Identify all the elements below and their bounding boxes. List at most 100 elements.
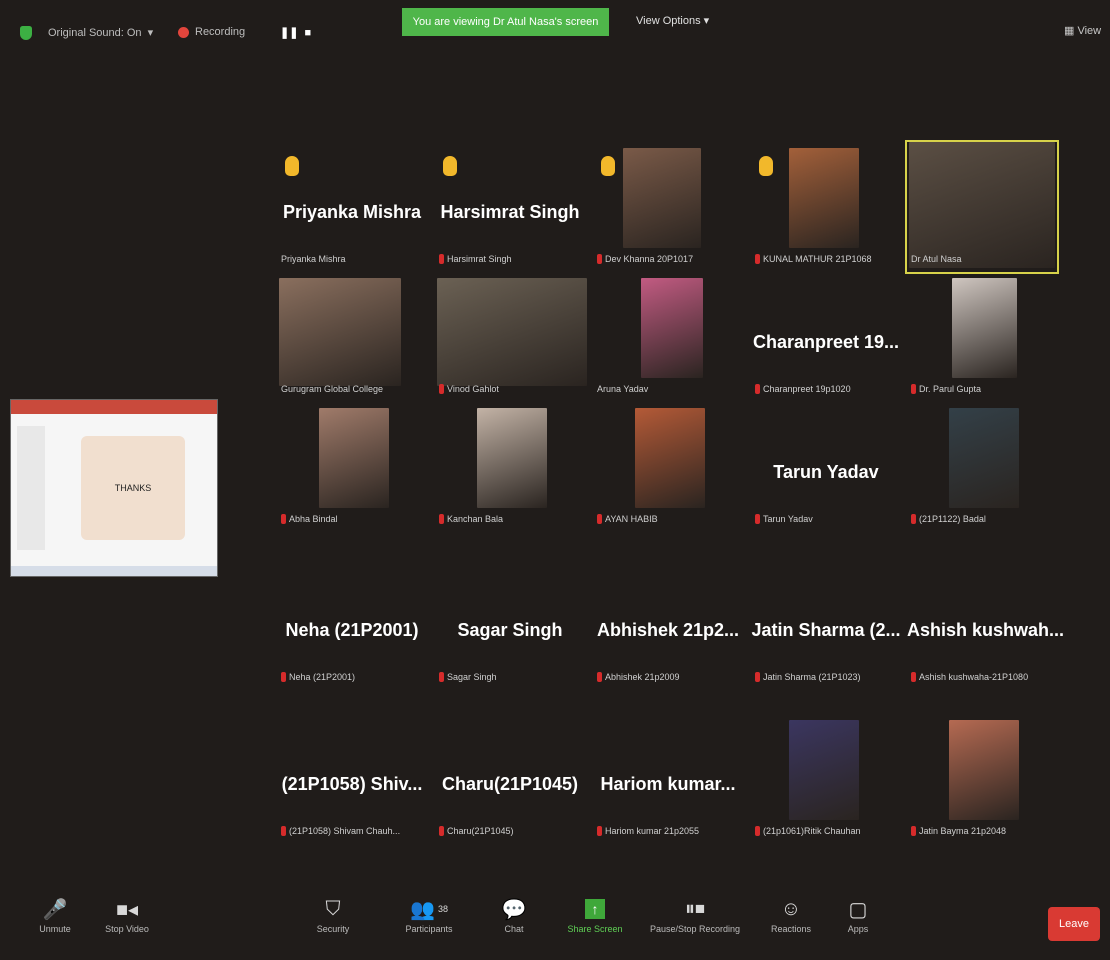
participant-name-label: Kanchan Bala: [447, 514, 504, 524]
participant-tile[interactable]: Abhishek 21p2... Abhishek 21p2009: [593, 560, 743, 690]
participants-count: 38: [437, 904, 448, 914]
recording-indicator[interactable]: Recording: [178, 26, 245, 38]
view-options-button[interactable]: View Options ▾: [636, 14, 709, 27]
participant-tile[interactable]: Sagar Singh Sagar Singh: [435, 560, 585, 690]
participant-name-label: Hariom kumar 21p2055: [605, 826, 700, 836]
pause-recording-button[interactable]: ⏸⏹ Pause/Stop Recording: [640, 894, 750, 935]
mic-muted-icon: [281, 672, 286, 682]
participant-tile[interactable]: Vinod Gahlot: [435, 272, 587, 402]
mic-muted-icon: [755, 384, 760, 394]
participant-name-label: KUNAL MATHUR 21P1068: [763, 254, 872, 264]
participant-caption: Abhishek 21p2009: [597, 672, 680, 682]
participant-tile[interactable]: Ashish kushwah... Ashish kushwaha-21P1080: [907, 560, 1064, 690]
stop-video-label: Stop Video: [105, 924, 149, 934]
participant-tile[interactable]: Gurugram Global College: [277, 272, 427, 402]
share-screen-icon: ↑: [560, 894, 630, 924]
participant-name-label: Vinod Gahlot: [447, 384, 499, 394]
apps-icon: ▢: [848, 898, 868, 921]
mic-muted-icon: [439, 254, 444, 264]
participant-tile[interactable]: Tarun Yadav Tarun Yadav: [751, 402, 901, 532]
chat-label: Chat: [504, 924, 524, 934]
mic-muted-icon: [755, 254, 760, 264]
chevron-down-icon: ▾: [703, 15, 710, 27]
current-slide: THANKS: [81, 436, 185, 540]
screen-share-banner: You are viewing Dr Atul Nasa's screen: [402, 8, 609, 36]
security-button[interactable]: ⛉ Security: [308, 894, 358, 935]
participant-tile[interactable]: Charu(21P1045) Charu(21P1045): [435, 714, 585, 844]
participants-button[interactable]: 👥 38 Participants: [394, 894, 464, 935]
participant-tile[interactable]: Harsimrat Singh Harsimrat Singh: [435, 142, 585, 272]
participant-tile[interactable]: Jatin Sharma (2... Jatin Sharma (21P1023): [751, 560, 901, 690]
participant-video: [477, 408, 547, 508]
mic-muted-icon: [597, 254, 602, 264]
recording-controls[interactable]: ❚❚ ■: [280, 26, 311, 40]
participant-tile[interactable]: Aruna Yadav: [593, 272, 743, 402]
shield-icon: ⛉: [325, 897, 341, 920]
shared-screen-thumbnail[interactable]: THANKS: [10, 399, 218, 577]
participant-tile[interactable]: Abha Bindal: [277, 402, 427, 532]
mic-muted-icon: [597, 514, 602, 524]
original-sound-toggle[interactable]: Original Sound: On ▾: [48, 26, 154, 40]
participant-caption: (21P1058) Shivam Chauh...: [281, 826, 400, 836]
mic-muted-icon: [597, 672, 602, 682]
participant-tile[interactable]: Dr Atul Nasa: [905, 140, 1059, 274]
participant-tile[interactable]: KUNAL MATHUR 21P1068: [751, 142, 901, 272]
participant-caption: KUNAL MATHUR 21P1068: [755, 254, 872, 264]
mic-muted-icon: [439, 672, 444, 682]
participant-video: [623, 148, 701, 248]
view-button[interactable]: ▦ View: [1064, 24, 1101, 37]
pause-icon[interactable]: ❚❚: [280, 26, 298, 39]
unmute-button[interactable]: 🎤 Unmute: [30, 894, 80, 935]
participant-video: [319, 408, 389, 508]
participant-tile[interactable]: (21p1061)Ritik Chauhan: [751, 714, 901, 844]
participant-display-name: Neha (21P2001): [285, 620, 419, 640]
participants-label: Participants: [405, 924, 453, 934]
participant-tile[interactable]: Charanpreet 19... Charanpreet 19p1020: [751, 272, 901, 402]
mic-muted-icon: [281, 514, 286, 524]
participant-name-label: Sagar Singh: [447, 672, 497, 682]
participant-tile[interactable]: Hariom kumar... Hariom kumar 21p2055: [593, 714, 743, 844]
participant-name-label: Neha (21P2001): [289, 672, 356, 682]
participant-tile[interactable]: Neha (21P2001) Neha (21P2001): [277, 560, 427, 690]
security-status[interactable]: [20, 26, 32, 40]
participant-display-name: Sagar Singh: [457, 620, 563, 640]
participant-name-label: Ashish kushwaha-21P1080: [919, 672, 1029, 682]
participant-display-name: Charu(21P1045): [441, 774, 579, 794]
shield-icon: [20, 26, 32, 40]
share-screen-label: Share Screen: [567, 924, 623, 934]
mic-muted-icon: [439, 514, 444, 524]
participant-caption: Sagar Singh: [439, 672, 497, 682]
stop-icon[interactable]: ■: [304, 27, 311, 39]
participant-tile[interactable]: (21P1122) Badal: [907, 402, 1057, 532]
recording-icon: [178, 26, 189, 38]
participant-tile[interactable]: Dr. Parul Gupta: [907, 272, 1057, 402]
apps-button[interactable]: ▢ Apps: [838, 894, 878, 935]
chat-button[interactable]: 💬 Chat: [494, 894, 534, 935]
participant-tile[interactable]: Dev Khanna 20P1017: [593, 142, 743, 272]
participant-name-label: (21P1122) Badal: [919, 514, 986, 524]
participant-caption: Dr. Parul Gupta: [911, 384, 981, 394]
participant-tile[interactable]: Priyanka Mishra Priyanka Mishra: [277, 142, 427, 272]
participant-tile[interactable]: Kanchan Bala: [435, 402, 585, 532]
mic-muted-icon: [439, 384, 444, 394]
view-label: View: [1077, 25, 1102, 37]
participant-caption: (21p1061)Ritik Chauhan: [755, 826, 861, 836]
raised-hand-icon: [759, 156, 773, 176]
chevron-down-icon: ▾: [147, 27, 154, 39]
reactions-button[interactable]: ☺ Reactions: [762, 894, 820, 935]
meeting-top-bar: Original Sound: On ▾ Recording ❚❚ ■ You …: [0, 0, 1110, 56]
taskbar: [11, 566, 217, 576]
participant-tile[interactable]: AYAN HABIB: [593, 402, 743, 532]
participant-display-name: Charanpreet 19...: [752, 332, 900, 352]
participant-caption: Jatin Sharma (21P1023): [755, 672, 861, 682]
stop-video-button[interactable]: ■◂ Stop Video: [92, 894, 162, 935]
raised-hand-icon: [285, 156, 299, 176]
mic-muted-icon: [911, 384, 916, 394]
participant-tile[interactable]: (21P1058) Shiv... (21P1058) Shivam Chauh.…: [277, 714, 427, 844]
participant-tile[interactable]: Jatin Bayma 21p2048: [907, 714, 1057, 844]
apps-label: Apps: [847, 924, 869, 934]
share-screen-button[interactable]: ↑ Share Screen: [560, 894, 630, 934]
leave-button[interactable]: Leave: [1048, 907, 1100, 941]
unmute-label: Unmute: [39, 924, 71, 934]
pause-stop-icon: ⏸⏹: [685, 897, 705, 920]
